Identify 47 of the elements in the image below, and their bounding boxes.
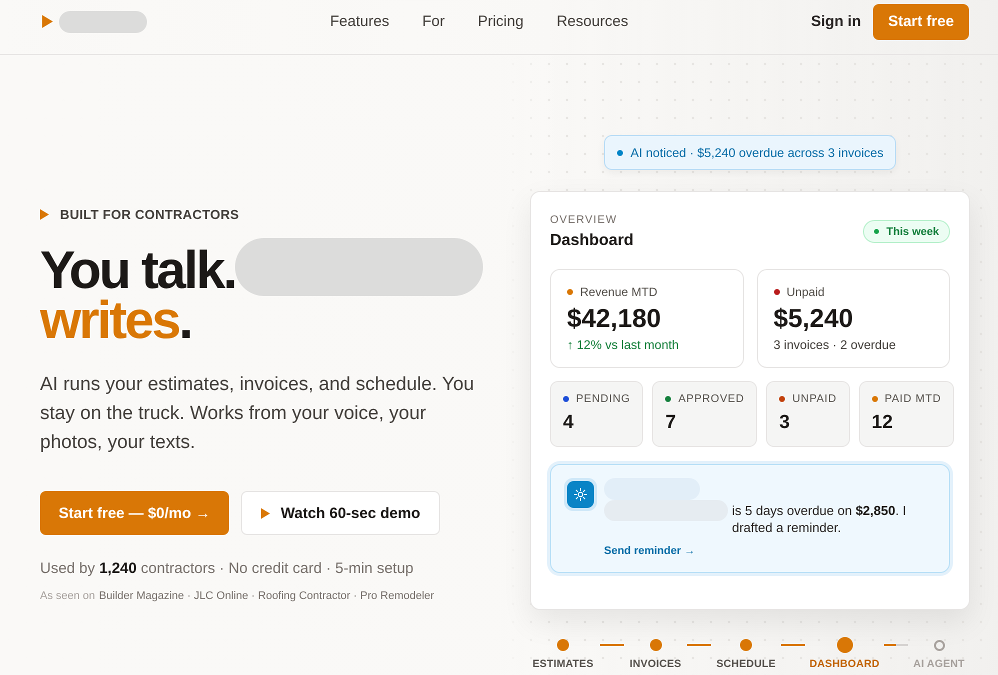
dashboard-title: Dashboard bbox=[550, 231, 634, 251]
ai-message-text: is 5 days overdue on $2,850. I drafted a reminder. bbox=[732, 502, 908, 536]
step-label[interactable]: SCHEDULE bbox=[716, 657, 776, 671]
send-reminder-link[interactable]: Send reminder → bbox=[604, 545, 696, 557]
count-value: 3 bbox=[779, 411, 791, 435]
count-label: PAID MTD bbox=[884, 392, 942, 406]
sun-icon bbox=[564, 478, 597, 511]
social-proof-text: Used by 1,240 contractors · No credit card · 5-min setup bbox=[40, 559, 414, 579]
metric-value: $42,180 bbox=[567, 302, 662, 334]
hero-description: AI runs your estimates, invoices, and schedule. You stay on the truck. Works from your voice, your photos, your texts. bbox=[40, 373, 476, 455]
play-icon bbox=[260, 508, 270, 518]
period-text: This week bbox=[886, 226, 939, 238]
eyebrow-text: BUILT FOR CONTRACTORS bbox=[60, 206, 240, 222]
metric-label: Revenue MTD bbox=[580, 284, 658, 300]
connector-track bbox=[600, 644, 624, 646]
overview-label: OVERVIEW bbox=[550, 213, 618, 228]
metric-note: ↑ 12% vs last month bbox=[567, 337, 680, 354]
ai-notice-text: AI noticed · $5,240 overdue across 3 invoices bbox=[630, 146, 884, 160]
headline-text: You talk. bbox=[40, 246, 236, 296]
watch-demo-button[interactable]: Watch 60-sec demo bbox=[241, 491, 440, 535]
nav-link[interactable]: Features bbox=[330, 13, 390, 30]
metric-value: $5,240 bbox=[774, 302, 854, 334]
press-label: As seen on bbox=[40, 589, 96, 604]
nav-link[interactable]: For bbox=[422, 13, 445, 30]
count-value: 12 bbox=[872, 411, 894, 435]
nav-link[interactable]: Pricing bbox=[478, 13, 524, 30]
connector-track bbox=[687, 644, 711, 646]
step-label[interactable]: DASHBOARD bbox=[809, 657, 880, 671]
step-label[interactable]: ESTIMATES bbox=[532, 657, 594, 671]
count-label: APPROVED bbox=[678, 392, 744, 406]
sign-in-link[interactable]: Sign in bbox=[811, 13, 861, 30]
status-dot-icon bbox=[874, 229, 880, 234]
count-label: PENDING bbox=[576, 392, 630, 406]
step-label[interactable]: INVOICES bbox=[630, 657, 682, 671]
headline-text: writes. bbox=[40, 296, 192, 346]
count-value: 7 bbox=[665, 411, 677, 435]
count-label: UNPAID bbox=[792, 392, 837, 406]
status-dot-icon bbox=[616, 150, 623, 156]
nav-link[interactable]: Resources bbox=[556, 13, 628, 30]
triangle-icon bbox=[40, 208, 49, 220]
metric-note: 3 invoices · 2 overdue bbox=[774, 337, 897, 354]
count-value: 4 bbox=[563, 411, 575, 435]
connector-track bbox=[884, 644, 908, 646]
logo-icon bbox=[42, 15, 53, 28]
connector-track bbox=[781, 644, 805, 646]
metric-label: Unpaid bbox=[786, 284, 825, 300]
press-outlets: Builder Magazine · JLC Online · Roofing Contractor · Pro Remodeler bbox=[99, 589, 434, 604]
